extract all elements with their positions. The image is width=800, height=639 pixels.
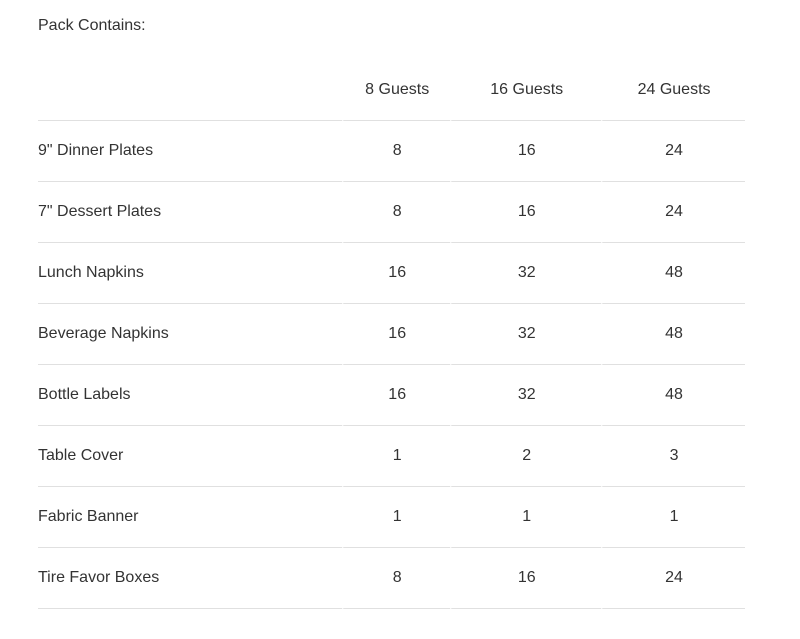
- qty-8-guests: 1: [342, 426, 451, 487]
- qty-24-guests: 48: [601, 304, 745, 365]
- item-name: Fabric Banner: [38, 487, 343, 548]
- header-8-guests: 8 Guests: [342, 59, 451, 121]
- header-24-guests: 24 Guests: [601, 59, 745, 121]
- qty-24-guests: 3: [601, 426, 745, 487]
- item-name: Lunch Napkins: [38, 243, 343, 304]
- qty-24-guests: 24: [601, 182, 745, 243]
- qty-16-guests: 32: [450, 304, 602, 365]
- table-row: Lunch Napkins 16 32 48: [38, 243, 745, 304]
- table-row: 9" Dinner Plates 8 16 24: [38, 121, 745, 182]
- qty-16-guests: 1: [450, 487, 602, 548]
- table-row: Beverage Napkins 16 32 48: [38, 304, 745, 365]
- item-name: Bottle Labels: [38, 365, 343, 426]
- qty-16-guests: 16: [450, 548, 602, 609]
- qty-8-guests: 1: [342, 487, 451, 548]
- item-name: Table Cover: [38, 426, 343, 487]
- qty-8-guests: 16: [342, 243, 451, 304]
- pack-contents-table: 8 Guests 16 Guests 24 Guests 9" Dinner P…: [38, 59, 745, 609]
- header-16-guests: 16 Guests: [450, 59, 602, 121]
- item-name: 9" Dinner Plates: [38, 121, 343, 182]
- item-name: Tire Favor Boxes: [38, 548, 343, 609]
- qty-16-guests: 16: [450, 182, 602, 243]
- item-name: Beverage Napkins: [38, 304, 343, 365]
- qty-16-guests: 32: [450, 365, 602, 426]
- qty-24-guests: 24: [601, 121, 745, 182]
- qty-8-guests: 16: [342, 365, 451, 426]
- table-row: Table Cover 1 2 3: [38, 426, 745, 487]
- qty-24-guests: 48: [601, 365, 745, 426]
- header-item-column: [38, 59, 343, 121]
- qty-16-guests: 16: [450, 121, 602, 182]
- qty-16-guests: 2: [450, 426, 602, 487]
- qty-24-guests: 1: [601, 487, 745, 548]
- table-header-row: 8 Guests 16 Guests 24 Guests: [38, 59, 745, 121]
- table-row: Fabric Banner 1 1 1: [38, 487, 745, 548]
- qty-8-guests: 8: [342, 121, 451, 182]
- qty-24-guests: 48: [601, 243, 745, 304]
- table-row: Bottle Labels 16 32 48: [38, 365, 745, 426]
- table-row: 7" Dessert Plates 8 16 24: [38, 182, 745, 243]
- qty-8-guests: 8: [342, 548, 451, 609]
- pack-contains-heading: Pack Contains:: [38, 17, 146, 34]
- qty-8-guests: 8: [342, 182, 451, 243]
- qty-16-guests: 32: [450, 243, 602, 304]
- qty-8-guests: 16: [342, 304, 451, 365]
- item-name: 7" Dessert Plates: [38, 182, 343, 243]
- table-row: Tire Favor Boxes 8 16 24: [38, 548, 745, 609]
- qty-24-guests: 24: [601, 548, 745, 609]
